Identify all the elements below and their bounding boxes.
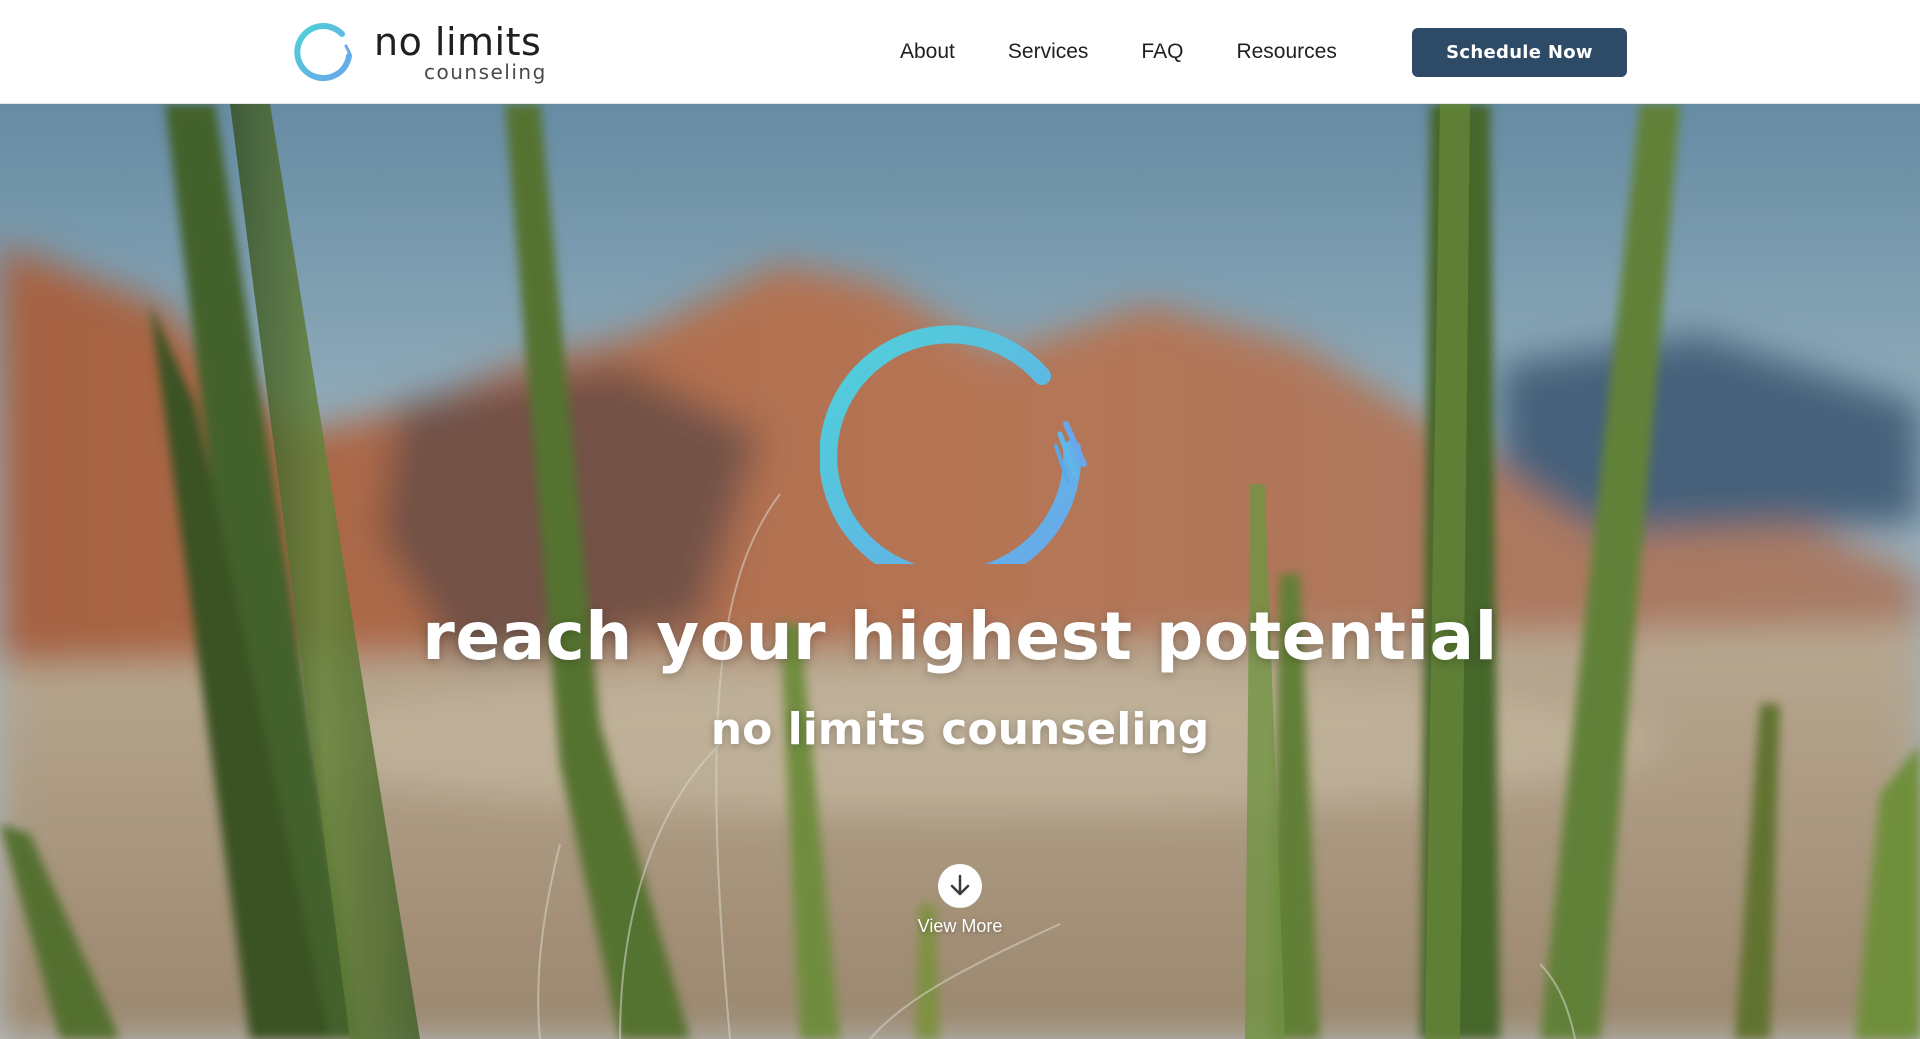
brand-subtitle: counseling xyxy=(424,60,547,84)
brush-circle-icon xyxy=(294,23,352,82)
hero-subheadline: no limits counseling xyxy=(710,704,1210,755)
nav-about[interactable]: About xyxy=(900,40,955,64)
nav-resources[interactable]: Resources xyxy=(1236,40,1336,64)
brush-circle-icon xyxy=(820,325,1087,564)
view-more-circle xyxy=(938,864,982,908)
brand-logo-link[interactable]: no limits counseling xyxy=(290,20,547,86)
hero-section: reach your highest potential no limits c… xyxy=(0,104,1920,1039)
arrow-down-icon xyxy=(950,874,970,896)
nav-faq[interactable]: FAQ xyxy=(1141,40,1183,64)
view-more-button[interactable]: View More xyxy=(900,864,1020,944)
view-more-label: View More xyxy=(917,916,1003,936)
site-header: no limits counseling About Services FAQ … xyxy=(0,0,1920,104)
nav-services[interactable]: Services xyxy=(1008,40,1089,64)
brand-name: no limits xyxy=(374,20,542,64)
schedule-now-button[interactable]: Schedule Now xyxy=(1412,28,1627,77)
main-nav: About Services FAQ Resources xyxy=(900,28,1390,76)
brand-wordmark: no limits counseling xyxy=(374,23,547,83)
hero-headline: reach your highest potential xyxy=(422,598,1498,675)
